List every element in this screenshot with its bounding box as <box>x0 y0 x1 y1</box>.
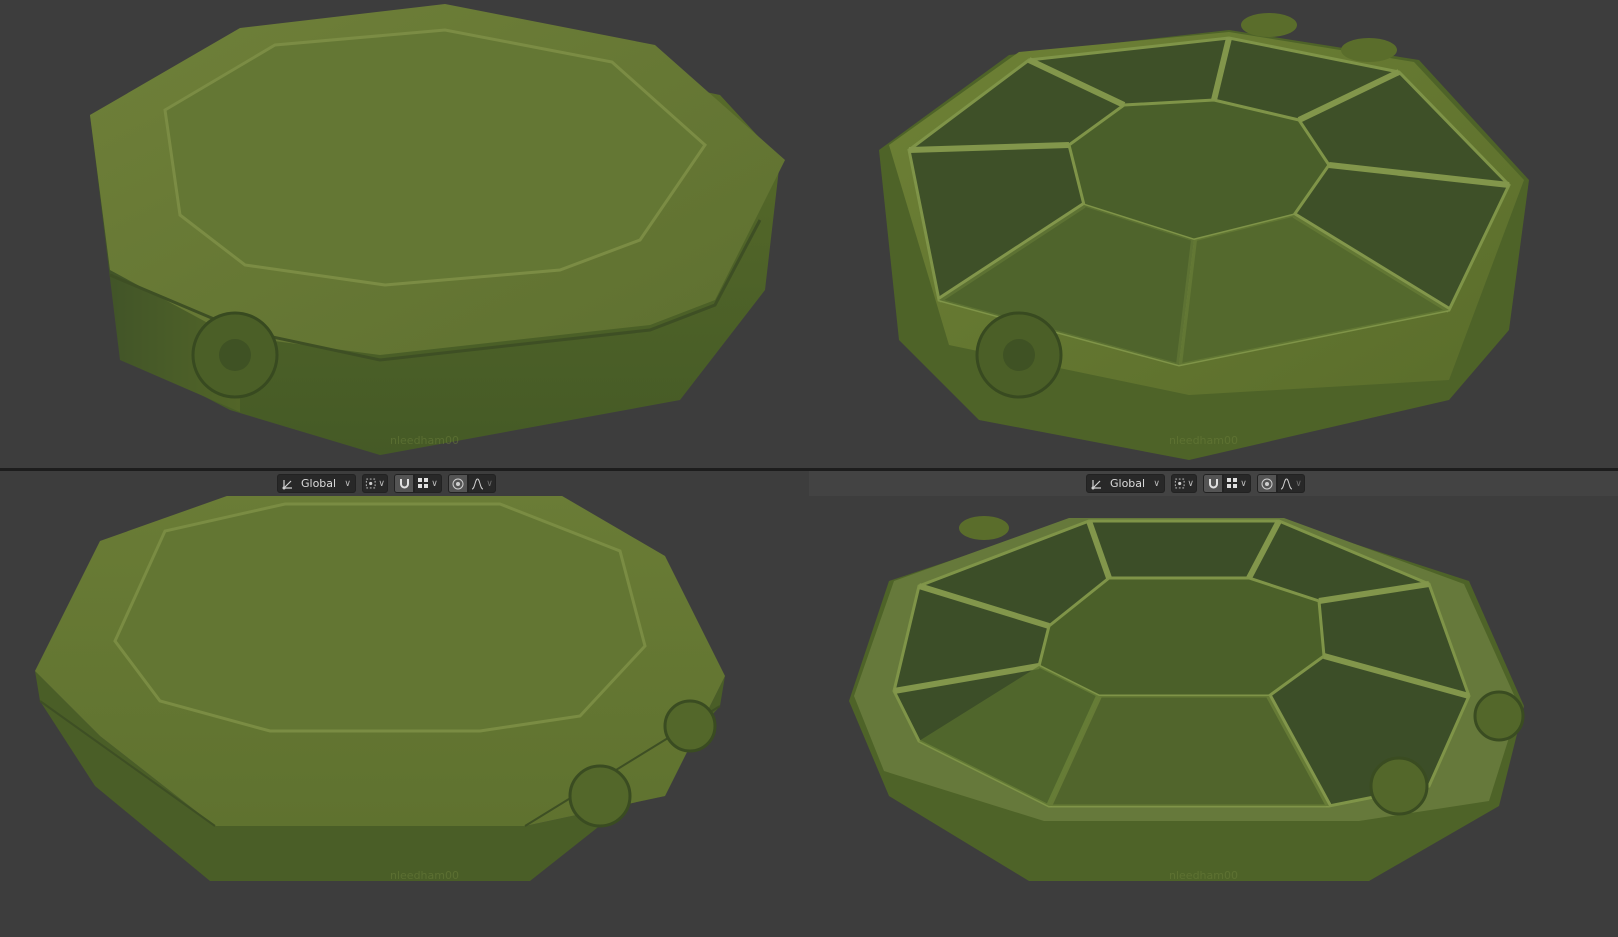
viewport-toolbar-right: Global ∨ ∨ ∨ ∨ <box>1086 473 1305 494</box>
transform-orientation-dropdown[interactable]: Global ∨ <box>1086 474 1165 493</box>
viewport-header-left: Global ∨ ∨ ∨ ∨ <box>0 471 809 496</box>
proportional-edit-button[interactable] <box>1257 474 1277 493</box>
chevron-down-icon: ∨ <box>486 478 493 489</box>
open-box-render: nleedham00 <box>879 13 1529 460</box>
snap-grid-icon <box>418 478 429 488</box>
watermark-text: nleedham00 <box>1169 434 1238 447</box>
proportional-edit-group: ∨ <box>448 474 496 493</box>
transform-orientation-icon <box>282 480 292 490</box>
snap-group: ∨ <box>394 474 442 493</box>
pivot-point-dropdown[interactable]: ∨ <box>362 474 388 493</box>
chevron-down-icon: ∨ <box>1240 478 1247 489</box>
snap-magnet-icon <box>399 479 409 489</box>
chevron-down-icon: ∨ <box>344 478 351 489</box>
clasp-ornament <box>191 311 279 399</box>
viewport-top-right[interactable]: nleedham00 <box>809 0 1618 468</box>
pivot-point-dropdown[interactable]: ∨ <box>1171 474 1197 493</box>
watermark-text: nleedham00 <box>390 869 459 882</box>
proportional-edit-group: ∨ <box>1257 474 1305 493</box>
snap-group: ∨ <box>1203 474 1251 493</box>
snap-toggle-button[interactable] <box>394 474 414 493</box>
transform-orientation-label: Global <box>301 477 337 490</box>
proportional-edit-icon <box>452 478 464 489</box>
viewport-bottom-left[interactable]: nleedham00 <box>0 496 809 937</box>
viewport-header-right: Global ∨ ∨ ∨ ∨ <box>809 471 1618 496</box>
transform-orientation-icon <box>1091 480 1101 490</box>
chevron-down-icon: ∨ <box>1187 478 1194 489</box>
open-box-render-flat: nleedham00 <box>849 516 1525 882</box>
chevron-down-icon: ∨ <box>431 478 438 489</box>
snap-grid-icon <box>1227 478 1238 488</box>
falloff-dropdown[interactable]: ∨ <box>1277 474 1305 493</box>
handle-ornament <box>959 516 1009 540</box>
handle-ornament <box>1341 38 1397 62</box>
chevron-down-icon: ∨ <box>378 478 385 489</box>
transform-orientation-dropdown[interactable]: Global ∨ <box>277 474 356 493</box>
snap-toggle-button[interactable] <box>1203 474 1223 493</box>
falloff-curve-icon <box>1281 477 1293 489</box>
snap-target-dropdown[interactable]: ∨ <box>1223 474 1251 493</box>
closed-box-render-flat: nleedham00 <box>35 496 725 882</box>
watermark-text: nleedham00 <box>390 434 459 447</box>
falloff-curve-icon <box>472 477 484 489</box>
chevron-down-icon: ∨ <box>1153 478 1160 489</box>
proportional-edit-button[interactable] <box>448 474 468 493</box>
chevron-down-icon: ∨ <box>1295 478 1302 489</box>
pivot-point-icon <box>365 478 376 489</box>
snap-target-dropdown[interactable]: ∨ <box>414 474 442 493</box>
transform-orientation-label: Global <box>1110 477 1146 490</box>
viewport-bottom-right[interactable]: nleedham00 <box>809 496 1618 937</box>
handle-ornament <box>1241 13 1297 37</box>
viewport-toolbar-left: Global ∨ ∨ ∨ ∨ <box>277 473 496 494</box>
closed-box-render: nleedham00 <box>90 4 785 455</box>
watermark-text: nleedham00 <box>1169 869 1238 882</box>
snap-magnet-icon <box>1208 479 1218 489</box>
pivot-point-icon <box>1174 478 1185 489</box>
viewport-top-left[interactable]: nleedham00 <box>0 0 809 468</box>
proportional-edit-icon <box>1261 478 1273 489</box>
clasp-ornament <box>975 311 1063 399</box>
falloff-dropdown[interactable]: ∨ <box>468 474 496 493</box>
